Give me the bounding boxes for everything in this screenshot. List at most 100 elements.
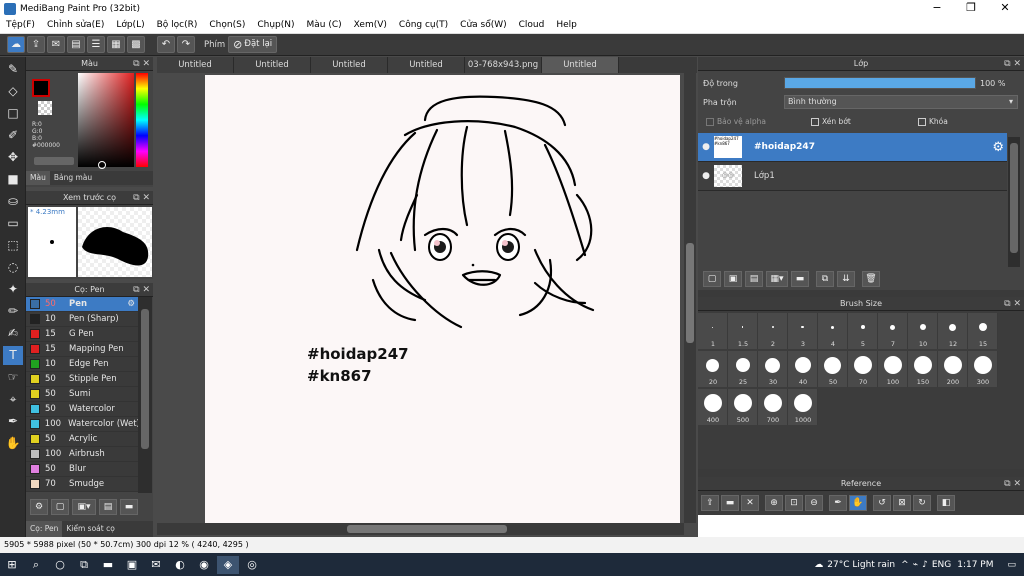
fit-window-icon[interactable]: ⊠ bbox=[893, 495, 911, 511]
search-icon[interactable]: ⌕ bbox=[25, 556, 47, 574]
menu-help[interactable]: Help bbox=[556, 20, 577, 30]
layer-folder-icon[interactable]: ▬ bbox=[791, 271, 809, 287]
add-layer-menu-icon[interactable]: ▦▾ bbox=[766, 271, 788, 287]
reference-view[interactable] bbox=[698, 515, 1024, 537]
tab-color[interactable]: Màu bbox=[26, 171, 50, 185]
volume-icon[interactable]: ♪ bbox=[922, 560, 928, 570]
menu-color[interactable]: Màu (C) bbox=[307, 20, 342, 30]
brush-size-cell[interactable]: 300 bbox=[968, 351, 998, 387]
brush-item[interactable]: 10 Pen (Sharp) bbox=[26, 312, 138, 327]
close-button[interactable]: ✕ bbox=[988, 0, 1022, 17]
brush-item[interactable]: 15 Mapping Pen bbox=[26, 342, 138, 357]
language-indicator[interactable]: ENG bbox=[932, 560, 951, 570]
minimize-button[interactable]: − bbox=[920, 0, 954, 17]
notification-icon[interactable]: ▭ bbox=[1007, 560, 1016, 570]
bucket-tool-icon[interactable]: ⛀ bbox=[3, 192, 23, 211]
panel-controls-icon[interactable]: ⧉ ✕ bbox=[1004, 477, 1021, 491]
brush-size-cell[interactable]: 150 bbox=[908, 351, 938, 387]
menu-layer[interactable]: Lớp(L) bbox=[116, 20, 144, 30]
file-explorer-icon[interactable]: ▬ bbox=[97, 556, 119, 574]
menu-select[interactable]: Chọn(S) bbox=[209, 20, 245, 30]
brush-item[interactable]: 50 Watercolor bbox=[26, 402, 138, 417]
lock-checkbox[interactable]: Khóa bbox=[918, 117, 948, 126]
chrome-icon[interactable]: ◉ bbox=[193, 556, 215, 574]
select-eraser-tool-icon[interactable]: ✍ bbox=[3, 324, 23, 343]
layer-row-hoidap[interactable]: ● #hoidap247 #kn867 #hoidap247 ⚙ bbox=[698, 133, 1007, 162]
brush-size-cell[interactable]: 50 bbox=[818, 351, 848, 387]
opacity-slider[interactable] bbox=[784, 77, 976, 89]
close-icon[interactable]: ✕ bbox=[741, 495, 759, 511]
brush-size-cell[interactable]: 10 bbox=[908, 313, 938, 349]
clipping-checkbox[interactable]: Xén bớt bbox=[811, 117, 851, 126]
cloud-icon[interactable]: ☁ bbox=[7, 36, 25, 53]
mail-icon[interactable]: ✉ bbox=[145, 556, 167, 574]
menu-snap[interactable]: Chụp(N) bbox=[257, 20, 294, 30]
select-pen-tool-icon[interactable]: ✏ bbox=[3, 302, 23, 321]
menu-tools[interactable]: Công cụ(T) bbox=[399, 20, 448, 30]
panel-controls-icon[interactable]: ⧉ ✕ bbox=[1004, 297, 1021, 311]
brush-item[interactable]: 10 Edge Pen bbox=[26, 357, 138, 372]
canvas-text-layer[interactable]: #hoidap247 #kn867 bbox=[307, 343, 409, 387]
panel-controls-icon[interactable]: ⧉ ✕ bbox=[1004, 57, 1021, 71]
add-brush-icon[interactable]: ▣▾ bbox=[72, 499, 96, 515]
brush-size-cell[interactable]: 5 bbox=[848, 313, 878, 349]
flip-icon[interactable]: ◧ bbox=[937, 495, 955, 511]
tab-untitled-1[interactable]: Untitled bbox=[157, 57, 234, 73]
brush-size-cell[interactable]: 400 bbox=[698, 389, 728, 425]
folder-icon[interactable]: ▬ bbox=[120, 499, 138, 515]
brush-size-cell[interactable]: 1000 bbox=[788, 389, 818, 425]
brush-size-cell[interactable]: 25 bbox=[728, 351, 758, 387]
store-icon[interactable]: ▣ bbox=[121, 556, 143, 574]
color-picker-handle[interactable] bbox=[98, 161, 106, 169]
fit-icon[interactable]: ⊡ bbox=[785, 495, 803, 511]
merge-layer-icon[interactable]: ⇊ bbox=[837, 271, 855, 287]
brush-item[interactable]: 100 Airbrush bbox=[26, 447, 138, 462]
dot-tool-icon[interactable]: ✐ bbox=[3, 126, 23, 145]
medibang-icon[interactable]: ◈ bbox=[217, 555, 239, 574]
brush-size-cell[interactable]: 200 bbox=[938, 351, 968, 387]
hand-tool-icon[interactable]: ✋ bbox=[3, 434, 23, 453]
menu-filter[interactable]: Bộ lọc(R) bbox=[157, 20, 198, 30]
rotate-right-icon[interactable]: ↻ bbox=[913, 495, 931, 511]
chevron-up-icon[interactable]: ^ bbox=[901, 560, 909, 570]
weather-text[interactable]: 27°C Light rain bbox=[827, 560, 895, 570]
new-layer-icon[interactable]: ▢ bbox=[703, 271, 721, 287]
rotate-left-icon[interactable]: ↺ bbox=[873, 495, 891, 511]
move-tool-icon[interactable]: ✥ bbox=[3, 148, 23, 167]
blend-mode-select[interactable]: Bình thường ▾ bbox=[784, 95, 1018, 109]
hue-slider[interactable] bbox=[136, 73, 148, 167]
tab-untitled-2[interactable]: Untitled bbox=[234, 57, 311, 73]
brush-size-cell[interactable]: 1 bbox=[698, 313, 728, 349]
magic-wand-tool-icon[interactable]: ✦ bbox=[3, 280, 23, 299]
zoom-out-icon[interactable]: ⊖ bbox=[805, 495, 823, 511]
gear-icon[interactable]: ⚙ bbox=[127, 299, 135, 309]
brush-size-cell[interactable]: 1.5 bbox=[728, 313, 758, 349]
brush-size-cell[interactable]: 500 bbox=[728, 389, 758, 425]
new-halftone-layer-icon[interactable]: ▣ bbox=[724, 271, 742, 287]
layer-row-lop1[interactable]: ● @@ Lớp1 bbox=[698, 162, 1007, 191]
layer-visibility-icon[interactable]: ● bbox=[698, 171, 714, 181]
brush-size-cell[interactable]: 700 bbox=[758, 389, 788, 425]
duplicate-layer-icon[interactable]: ⧉ bbox=[816, 271, 834, 287]
brush-size-cell[interactable]: 12 bbox=[938, 313, 968, 349]
menu-view[interactable]: Xem(V) bbox=[354, 20, 387, 30]
task-view-icon[interactable]: ⧉ bbox=[73, 556, 95, 574]
menu-window[interactable]: Cửa sổ(W) bbox=[460, 20, 506, 30]
brush-size-cell[interactable]: 7 bbox=[878, 313, 908, 349]
color-mode-buttons[interactable] bbox=[34, 157, 74, 165]
canvas-horizontal-scrollbar[interactable] bbox=[157, 523, 684, 535]
text-tool-icon[interactable]: T bbox=[3, 346, 23, 365]
undo-icon[interactable]: ↶ bbox=[157, 36, 175, 53]
brush-size-cell[interactable]: 4 bbox=[818, 313, 848, 349]
new-brush-icon[interactable]: ▢ bbox=[51, 499, 69, 515]
lasso-tool-icon[interactable]: ◌ bbox=[3, 258, 23, 277]
brush-size-cell[interactable]: 3 bbox=[788, 313, 818, 349]
brush-item[interactable]: 70 Smudge bbox=[26, 477, 138, 492]
windows-start-icon[interactable]: ⊞ bbox=[1, 556, 23, 574]
clock[interactable]: 1:17 PM bbox=[957, 560, 993, 570]
brush-size-cell[interactable]: 2 bbox=[758, 313, 788, 349]
brush-size-cell[interactable]: 100 bbox=[878, 351, 908, 387]
rectangle-tool-icon[interactable]: □ bbox=[3, 104, 23, 123]
copy-brush-icon[interactable]: ▤ bbox=[99, 499, 117, 515]
menu-edit[interactable]: Chỉnh sửa(E) bbox=[47, 20, 104, 30]
